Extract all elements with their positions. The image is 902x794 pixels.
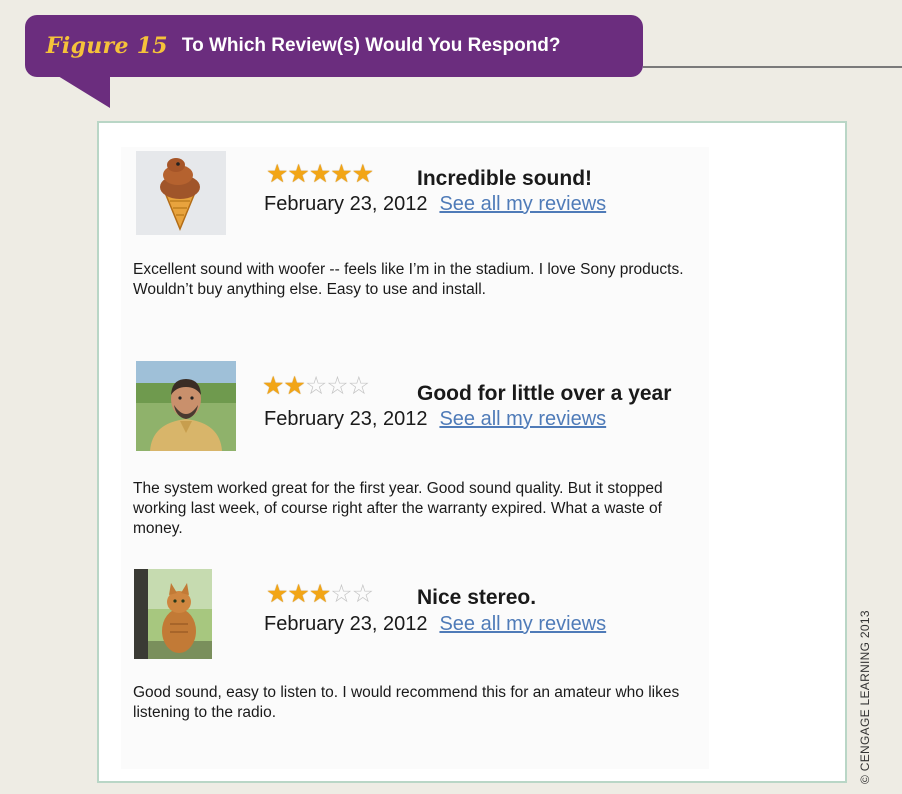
review-headline: Good for little over a year [417,382,672,405]
see-all-reviews-link[interactable]: See all my reviews [439,408,606,430]
empty-stars: ☆☆☆ [304,372,370,400]
figure-banner: Figure 15 To Which Review(s) Would You R… [25,15,643,77]
review-text: Good sound, easy to listen to. I would r… [133,684,680,721]
review-meta: February 23, 2012 See all my reviews [264,613,606,636]
empty-stars: ☆☆ [330,580,374,608]
review-headline: Incredible sound! [417,167,593,190]
review-date: February 23, 2012 [264,613,428,635]
see-all-reviews-link[interactable]: See all my reviews [439,613,606,635]
rating-stars: ★★☆☆☆ [262,372,370,400]
review-headline: Nice stereo. [417,586,537,609]
cat-photo-avatar [134,569,212,659]
figure-frame: ★★★★★ Incredible sound! February 23, 201… [97,121,847,783]
rating-stars: ★★★★★ [266,160,374,188]
rating-stars: ★★★☆☆ [266,580,374,608]
reviews-panel: ★★★★★ Incredible sound! February 23, 201… [121,147,709,769]
review-text: Excellent sound with woofer -- feels lik… [133,261,684,298]
header-rule [643,66,902,68]
ice-cream-cone-avatar [136,151,226,235]
filled-stars: ★★ [262,372,306,400]
see-all-reviews-link[interactable]: See all my reviews [439,193,606,215]
banner-tail [58,76,110,108]
review-meta: February 23, 2012 See all my reviews [264,193,606,216]
figure-label: Figure 15 [46,33,168,59]
man-portrait-avatar [136,361,236,451]
figure-title: To Which Review(s) Would You Respond? [181,35,561,56]
copyright-notice: © CENGAGE LEARNING 2013 [858,610,872,784]
filled-stars: ★★★★★ [266,160,374,188]
review-meta: February 23, 2012 See all my reviews [264,408,606,431]
review-date: February 23, 2012 [264,408,428,430]
review-date: February 23, 2012 [264,193,428,215]
review-text: The system worked great for the first ye… [133,480,663,537]
filled-stars: ★★★ [266,580,331,608]
